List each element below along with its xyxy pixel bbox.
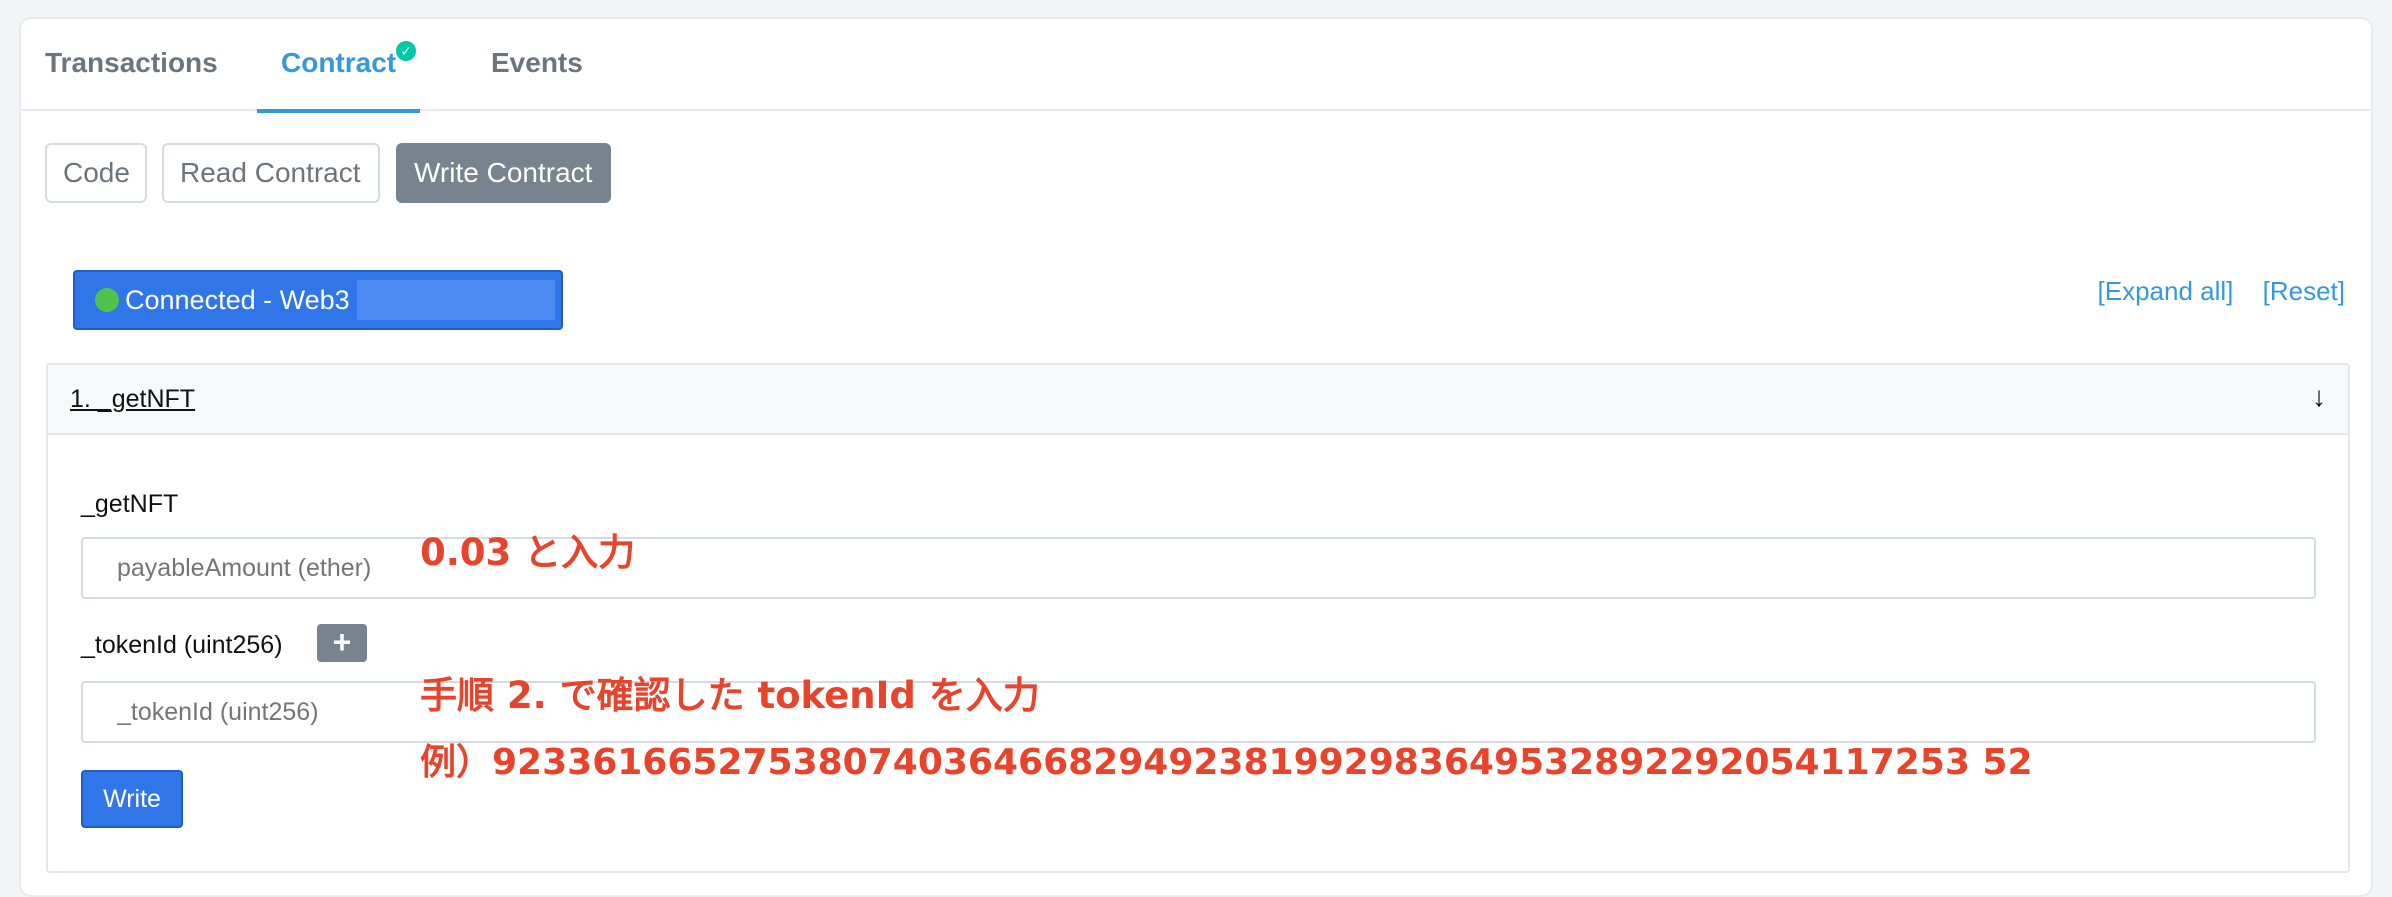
tab-events[interactable]: Events (491, 19, 583, 111)
plus-icon[interactable]: + (317, 624, 367, 662)
connected-web3-button[interactable]: Connected - Web3 (73, 270, 563, 330)
tab-contract-label: Contract (281, 47, 397, 78)
payable-amount-input[interactable] (81, 537, 2316, 599)
connected-status-dot-icon (95, 288, 119, 312)
connected-label: Connected - Web3 (125, 285, 350, 315)
reset-link[interactable]: [Reset] (2263, 276, 2345, 306)
tab-transactions[interactable]: Transactions (45, 19, 218, 111)
function-name: _getNFT (81, 490, 179, 518)
check-icon: ✓ (396, 41, 417, 61)
write-contract-button[interactable]: Write Contract (396, 143, 611, 203)
code-button[interactable]: Code (45, 143, 147, 203)
arrow-down-icon[interactable]: ↓ (2312, 381, 2326, 413)
method-accordion: 1. _getNFT ↓ _getNFT _tokenId (uint256) … (46, 363, 2350, 873)
read-contract-button[interactable]: Read Contract (162, 143, 380, 203)
accordion-header[interactable]: 1. _getNFT ↓ (48, 365, 2348, 435)
write-button[interactable]: Write (81, 770, 183, 828)
redacted-address (357, 280, 555, 320)
annotation-amount: 0.03 と入力 (420, 531, 636, 574)
annotation-example: 例）92336166527538074036466829492381992983… (420, 742, 2033, 783)
expand-all-link[interactable]: [Expand all] (2098, 276, 2234, 306)
tab-bar: Transactions Contract ✓ Events (21, 19, 2371, 113)
accordion-controls: [Expand all] [Reset] (2076, 276, 2345, 307)
token-id-label: _tokenId (uint256) (81, 631, 283, 659)
tab-contract[interactable]: Contract ✓ (257, 19, 421, 113)
annotation-tokenid: 手順 2. で確認した tokenId を入力 (420, 674, 1040, 717)
method-title[interactable]: 1. _getNFT (70, 385, 195, 414)
